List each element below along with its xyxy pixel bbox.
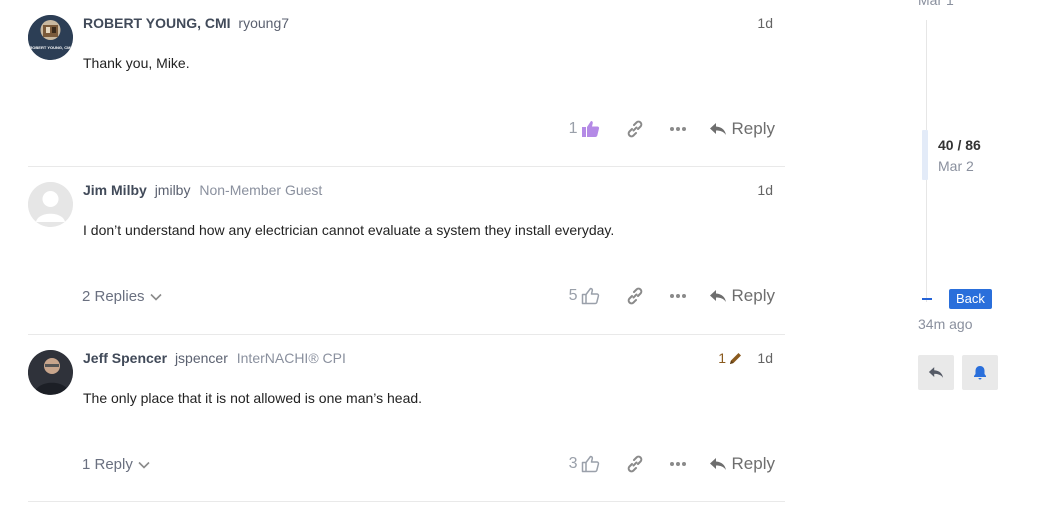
ellipsis-icon: [669, 462, 686, 466]
chevron-down-icon: [149, 293, 162, 301]
link-icon: [627, 120, 642, 138]
show-replies-button[interactable]: 1 Reply: [82, 456, 150, 473]
author-username[interactable]: jmilby: [155, 182, 191, 198]
author-username[interactable]: ryoung7: [238, 15, 289, 31]
thumbs-up-icon: [581, 455, 599, 473]
post-body: The only place that it is not allowed is…: [83, 390, 423, 406]
bell-icon: [974, 366, 986, 380]
author-full-name[interactable]: Jim Milby: [83, 182, 147, 198]
chevron-down-icon: [138, 461, 150, 469]
like-button[interactable]: 1: [569, 120, 600, 138]
edit-history-button[interactable]: 1: [718, 350, 743, 366]
copy-link-button[interactable]: [626, 120, 644, 138]
avatar-logo-icon: [28, 15, 73, 60]
post: ROBERT YOUNG, CMI ROBERT YOUNG, CMI ryou…: [28, 15, 785, 145]
edit-count: 1: [718, 350, 726, 366]
post-divider: [28, 334, 785, 335]
link-icon: [627, 287, 642, 305]
thumbs-up-filled-icon: [581, 121, 599, 137]
post-author: Jim Milby jmilby Non-Member Guest: [83, 182, 322, 198]
copy-link-button[interactable]: [626, 455, 644, 473]
back-button[interactable]: Back: [949, 289, 992, 309]
post-author: ROBERT YOUNG, CMI ryoung7: [83, 15, 289, 31]
more-actions-button[interactable]: [669, 126, 687, 132]
pencil-icon: [730, 352, 741, 364]
post: Jim Milby jmilby Non-Member Guest 1d I d…: [28, 182, 785, 312]
avatar[interactable]: [28, 350, 73, 395]
replies-count: 2 Replies: [82, 288, 145, 305]
more-actions-button[interactable]: [669, 461, 687, 467]
copy-link-button[interactable]: [626, 287, 644, 305]
thumbs-up-icon: [581, 287, 599, 305]
like-button[interactable]: 5: [569, 287, 600, 305]
post-date[interactable]: 1d: [757, 182, 773, 198]
like-count: 1: [568, 120, 578, 137]
reply-label: Reply: [731, 454, 775, 473]
like-button[interactable]: 3: [569, 455, 600, 473]
topic-timeline: Mar 1 40 / 86 Mar 2 Back 34m ago: [918, 0, 1058, 400]
reply-arrow-icon: [709, 290, 726, 302]
post: Jeff Spencer jspencer InterNACHI® CPI 1 …: [28, 350, 785, 480]
post-body: Thank you, Mike.: [83, 55, 190, 71]
link-icon: [627, 455, 642, 473]
reply-label: Reply: [731, 286, 775, 305]
post-author: Jeff Spencer jspencer InterNACHI® CPI: [83, 350, 346, 366]
post-date[interactable]: 1d: [757, 15, 773, 31]
last-visit-label[interactable]: 34m ago: [918, 316, 972, 332]
author-username[interactable]: jspencer: [175, 350, 228, 366]
post-actions: 3 Reply: [569, 452, 775, 476]
user-title: Non-Member Guest: [199, 182, 323, 198]
timeline-start-date[interactable]: Mar 1: [918, 0, 954, 8]
notifications-button[interactable]: [962, 355, 998, 390]
post-actions: 1 Reply: [569, 117, 775, 141]
avatar[interactable]: ROBERT YOUNG, CMI: [28, 15, 73, 60]
like-count: 5: [568, 287, 578, 304]
reply-button[interactable]: Reply: [709, 119, 775, 139]
timeline-position: 40 / 86: [938, 137, 981, 153]
post-body: I don’t understand how any electrician c…: [83, 222, 615, 238]
ellipsis-icon: [669, 294, 686, 298]
show-replies-button[interactable]: 2 Replies: [82, 288, 162, 305]
ellipsis-icon: [669, 127, 686, 131]
reply-arrow-icon: [709, 458, 726, 470]
more-actions-button[interactable]: [669, 293, 687, 299]
reply-to-topic-button[interactable]: [918, 355, 954, 390]
replies-count: 1 Reply: [82, 456, 133, 473]
post-date[interactable]: 1d: [757, 350, 773, 366]
timeline-scroll-handle[interactable]: [922, 130, 928, 180]
reply-label: Reply: [731, 119, 775, 138]
user-title: InterNACHI® CPI: [236, 350, 346, 366]
reply-arrow-icon: [709, 123, 726, 135]
reply-button[interactable]: Reply: [709, 454, 775, 474]
reply-arrow-icon: [928, 367, 944, 378]
author-full-name[interactable]: Jeff Spencer: [83, 350, 167, 366]
post-divider: [28, 501, 785, 502]
avatar[interactable]: [28, 182, 73, 227]
author-full-name[interactable]: ROBERT YOUNG, CMI: [83, 15, 231, 31]
post-divider: [28, 166, 785, 167]
timeline-position-date: Mar 2: [938, 158, 974, 174]
user-photo-icon: [28, 350, 73, 395]
default-user-icon: [28, 182, 73, 227]
reply-button[interactable]: Reply: [709, 286, 775, 306]
like-count: 3: [568, 455, 578, 472]
avatar-text: ROBERT YOUNG, CMI: [29, 45, 72, 50]
post-actions: 5 Reply: [569, 284, 775, 308]
last-read-marker: [922, 298, 932, 300]
